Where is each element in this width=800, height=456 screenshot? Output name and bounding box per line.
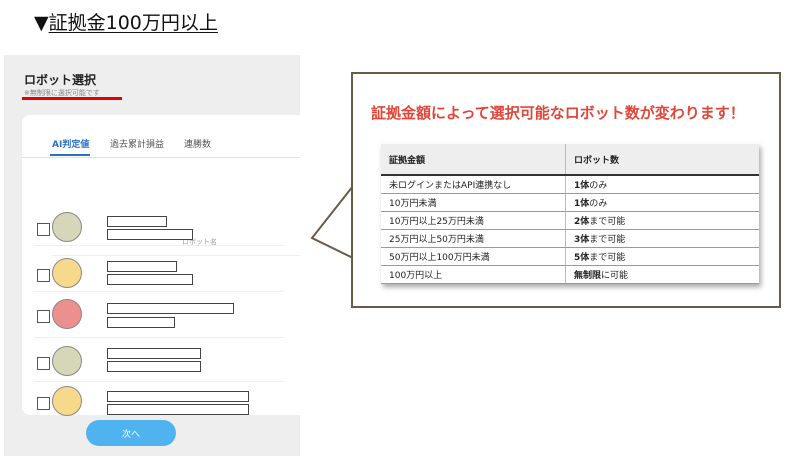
speech-bubble: 証拠金額によって選択可能なロボット数が変わります！ 証拠金額 ロボット数 未ログ… <box>351 72 781 308</box>
cell-count: 1体のみ <box>565 175 759 194</box>
cell-count: 1体のみ <box>565 193 759 212</box>
robot-detail-redacted <box>107 229 193 240</box>
table-row: 25万円以上50万円未満 3体まで可能 <box>381 229 759 248</box>
robot-name-redacted <box>107 348 201 359</box>
robot-name-redacted <box>107 216 167 227</box>
robot-detail-redacted <box>107 274 193 285</box>
heading-text: 証拠金100万円以上 <box>48 12 218 34</box>
tab-win-streak[interactable]: 連勝数 <box>184 137 211 150</box>
robot-avatar <box>52 346 82 376</box>
row-divider <box>34 337 284 338</box>
robot-avatar <box>52 299 82 329</box>
page-heading: ▼証拠金100万円以上 <box>34 8 218 35</box>
robot-avatar <box>52 212 82 242</box>
robot-checkbox[interactable] <box>37 397 50 410</box>
cell-count: 5体まで可能 <box>565 247 759 266</box>
header-robot-count: ロボット数 <box>565 144 759 176</box>
cell-amount: 100万円以上 <box>381 265 566 284</box>
bubble-title: 証拠金額によって選択可能なロボット数が変わります！ <box>371 104 745 122</box>
robot-row[interactable] <box>34 298 294 338</box>
cell-amount: 50万円以上100万円未満 <box>381 247 566 266</box>
robot-checkbox[interactable] <box>37 310 50 323</box>
speech-bubble-tail <box>310 186 354 260</box>
robot-checkbox[interactable] <box>37 357 50 370</box>
robot-row[interactable] <box>34 385 294 425</box>
robot-select-title: ロボット選択 <box>24 73 97 87</box>
heading-triangle: ▼ <box>34 12 49 34</box>
robot-checkbox[interactable] <box>37 223 50 236</box>
robot-count-table: 証拠金額 ロボット数 未ログインまたはAPI連携なし 1体のみ 10万円未満 1… <box>381 144 759 284</box>
cell-amount: 10万円以上25万円未満 <box>381 211 566 230</box>
next-button[interactable]: 次へ <box>86 420 176 446</box>
robot-detail-redacted <box>107 404 249 415</box>
cell-count: 無制限に可能 <box>565 265 759 284</box>
cell-count: 3体まで可能 <box>565 229 759 248</box>
row-divider <box>34 291 284 292</box>
tab-cumulative-pnl[interactable]: 過去累計損益 <box>110 137 164 150</box>
row-divider <box>34 381 284 382</box>
robot-name-redacted <box>107 391 249 402</box>
phone-screenshot: ロボット選択 ※無制限に選択可能です AI判定値 過去累計損益 連勝数 ロボット… <box>4 55 300 456</box>
robot-detail-redacted <box>107 361 201 372</box>
table-row: 100万円以上 無制限に可能 <box>381 265 759 284</box>
table-row: 未ログインまたはAPI連携なし 1体のみ <box>381 175 759 194</box>
robot-row[interactable] <box>34 345 294 385</box>
cell-amount: 25万円以上50万円未満 <box>381 229 566 248</box>
robot-name-redacted <box>107 303 234 314</box>
table-header-row: 証拠金額 ロボット数 <box>381 144 759 176</box>
robot-detail-redacted <box>107 317 175 328</box>
robot-name-redacted <box>107 261 177 272</box>
robot-checkbox[interactable] <box>37 269 50 282</box>
cell-amount: 10万円未満 <box>381 193 566 212</box>
tab-ai-score[interactable]: AI判定値 <box>52 137 89 150</box>
active-tab-indicator <box>50 154 90 156</box>
cell-count: 2体まで可能 <box>565 211 759 230</box>
header-amount: 証拠金額 <box>381 144 566 176</box>
table-row: 50万円以上100万円未満 5体まで可能 <box>381 247 759 266</box>
robot-avatar <box>52 386 82 416</box>
table-row: 10万円以上25万円未満 2体まで可能 <box>381 211 759 230</box>
tab-divider <box>22 157 300 158</box>
row-divider <box>52 255 300 256</box>
robot-avatar <box>52 258 82 288</box>
cell-amount: 未ログインまたはAPI連携なし <box>381 175 566 194</box>
table-row: 10万円未満 1体のみ <box>381 193 759 212</box>
red-highlight-underline <box>22 97 122 100</box>
row-divider <box>34 245 284 246</box>
